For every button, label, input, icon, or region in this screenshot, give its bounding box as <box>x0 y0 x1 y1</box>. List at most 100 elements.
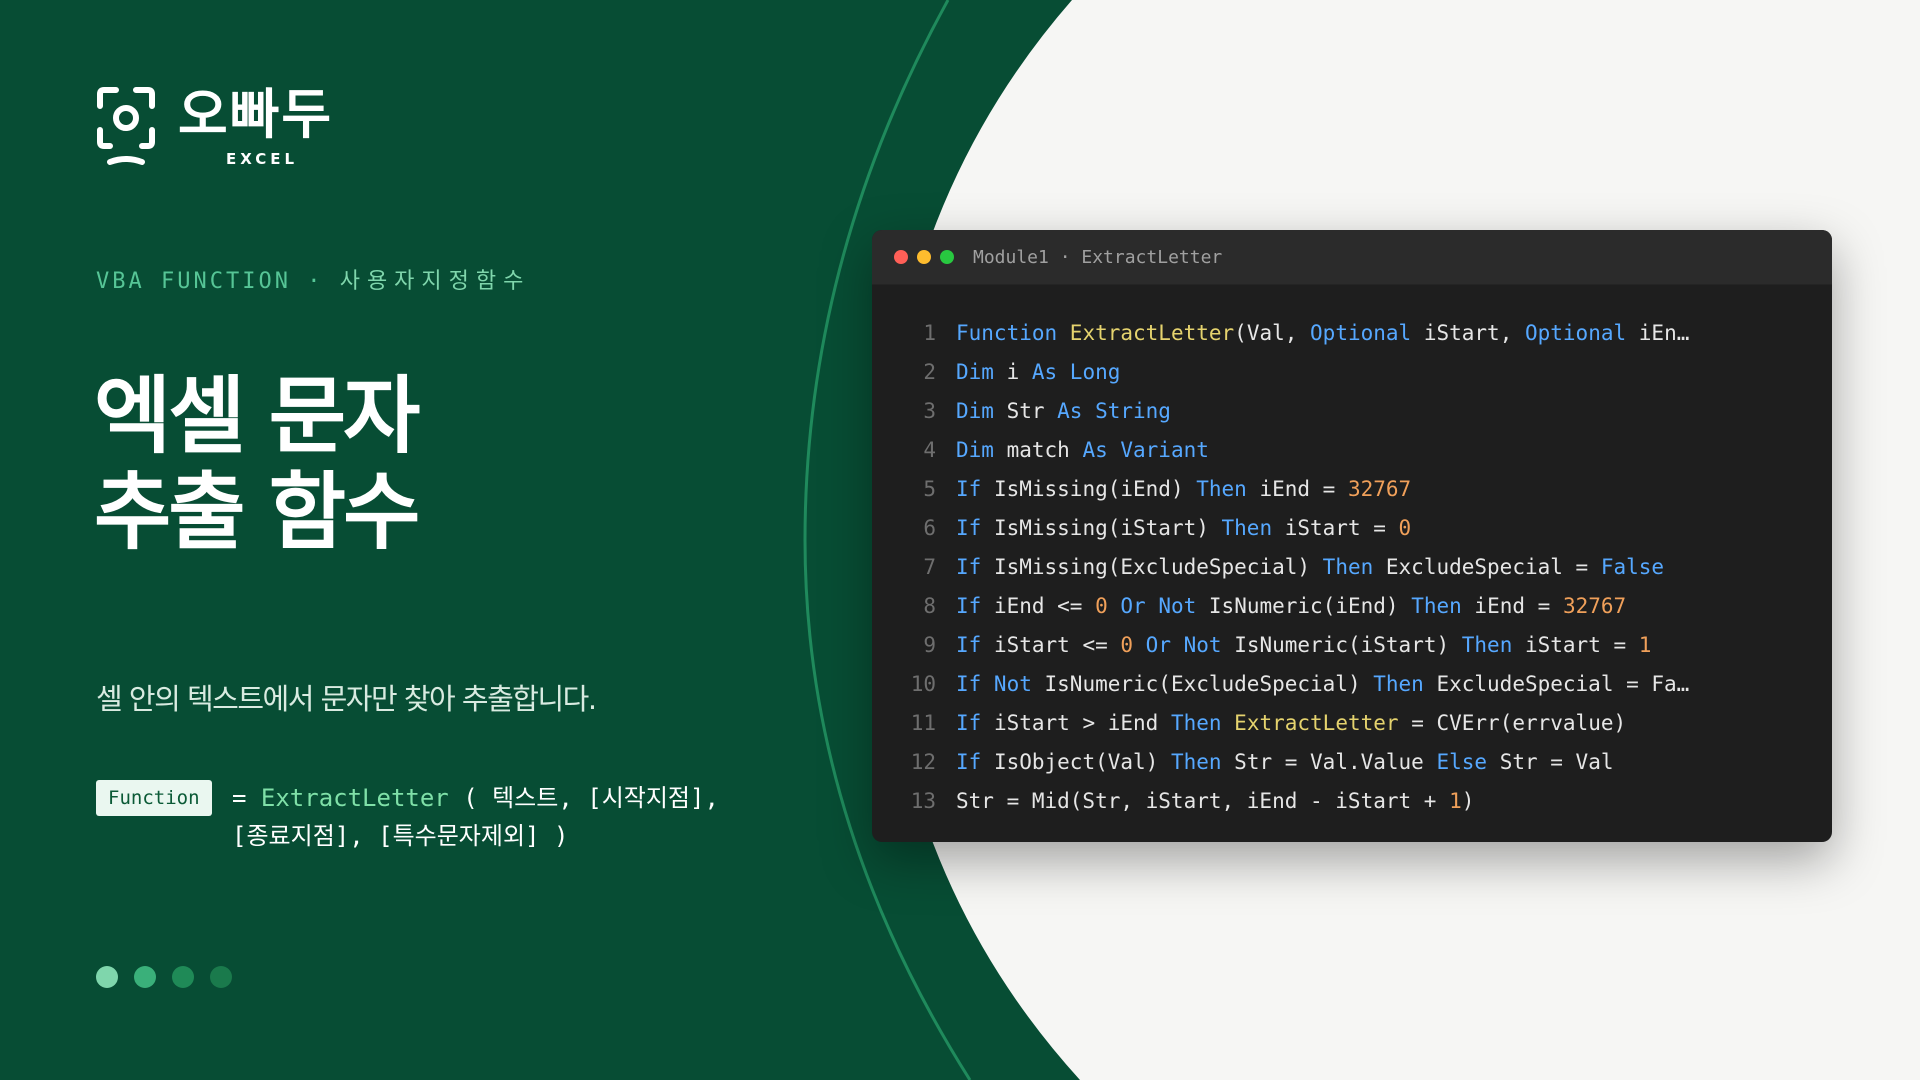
line-number: 3 <box>923 399 936 423</box>
code-token: Function <box>956 321 1070 345</box>
code-token: match <box>1006 438 1083 462</box>
category-ko: 사용자지정함수 <box>339 269 531 294</box>
editor-titlebar: Module1 · ExtractLetter <box>872 230 1832 285</box>
category-label: VBA FUNCTION · 사용자지정함수 <box>96 263 530 295</box>
code-token: IsNumeric(ExcludeSpecial) <box>1044 672 1374 696</box>
code-token: 1 <box>1638 633 1652 657</box>
line-number: 7 <box>923 555 936 579</box>
code-token: If <box>956 711 994 735</box>
code-token: Str = Val <box>1499 750 1614 774</box>
code-token: Then <box>1461 633 1525 657</box>
description: 셀 안의 텍스트에서 문자만 찾아 추출합니다. <box>96 682 597 716</box>
code-token: iStart, <box>1411 321 1525 345</box>
category-separator: · <box>307 269 324 294</box>
line-number: 13 <box>910 789 936 813</box>
code-token: Str = Mid(Str, iStart, iEnd - iStart + <box>956 789 1450 813</box>
code-token: IsMissing(iStart) <box>993 516 1222 540</box>
code-token: If <box>956 633 994 657</box>
syntax-line-2: [종료지점], [특수문자제외] ) <box>232 822 569 850</box>
code-token: Then <box>1322 555 1386 579</box>
code-token: iStart <= <box>993 633 1121 657</box>
syntax-line-1: = ExtractLetter ( 텍스트, [시작지점], <box>232 779 719 817</box>
code-token: i <box>1006 360 1032 384</box>
close-window-button[interactable] <box>894 250 908 264</box>
syntax-args-1: ( 텍스트, [시작지점], <box>463 784 719 812</box>
code-token: Else <box>1436 750 1500 774</box>
code-token: Then <box>1221 516 1285 540</box>
code-token: Str = Val.Value <box>1234 750 1437 774</box>
code-token: 0 <box>1120 633 1146 657</box>
code-token: iStart = <box>1284 516 1399 540</box>
code-token: Optional <box>1310 321 1412 345</box>
code-line: 8 If iEnd <= 0 Or Not IsNumeric(iEnd) The… <box>872 587 1832 626</box>
code-line: 4 Dim match As Variant <box>872 431 1832 470</box>
line-number: 2 <box>923 360 936 384</box>
code-token: ExtractLetter <box>1069 321 1235 345</box>
code-line: 7 If IsMissing(ExcludeSpecial) Then Exclu… <box>872 548 1832 587</box>
code-token: iStart = <box>1524 633 1639 657</box>
page-dot-4[interactable] <box>210 966 232 988</box>
code-line: 3 Dim Str As String <box>872 392 1832 431</box>
line-number: 6 <box>923 516 936 540</box>
function-badge: Function <box>96 780 212 816</box>
code-line: 1 Function ExtractLetter(Val, Optional iS… <box>872 314 1832 353</box>
code-token: Then <box>1196 477 1260 501</box>
brand-sub: EXCEL <box>226 150 299 168</box>
code-token: If <box>956 594 994 618</box>
code-line: 9 If iStart <= 0 Or Not IsNumeric(iStart)… <box>872 626 1832 665</box>
code-token: iEnd = <box>1474 594 1563 618</box>
page-dot-3[interactable] <box>172 966 194 988</box>
code-token: Then <box>1170 750 1235 774</box>
code-token: Dim <box>956 399 1007 423</box>
code-token: iEn… <box>1626 321 1690 345</box>
code-token: 0 <box>1095 594 1121 618</box>
code-token: 32767 <box>1562 594 1627 618</box>
code-line: 13 Str = Mid(Str, iStart, iEnd - iStart +… <box>872 782 1832 821</box>
page-title: 엑셀 문자 추출 함수 <box>94 367 420 561</box>
code-token: ) <box>1461 789 1475 813</box>
code-token: Or Not <box>1145 633 1235 657</box>
code-token: Then <box>1411 594 1475 618</box>
syntax-function-name: ExtractLetter <box>260 784 449 812</box>
code-token: Str <box>1006 399 1058 423</box>
code-token: Or Not <box>1120 594 1209 618</box>
code-token: IsNumeric(iStart) <box>1234 633 1462 657</box>
code-token: ExtractLetter <box>1234 711 1399 735</box>
code-token: Dim <box>956 438 1007 462</box>
code-area[interactable]: 1 Function ExtractLetter(Val, Optional iS… <box>872 314 1832 821</box>
page-dot-2[interactable] <box>134 966 156 988</box>
code-line: 5 If IsMissing(iEnd) Then iEnd = 32767 <box>872 470 1832 509</box>
code-token: IsMissing(ExcludeSpecial) <box>993 555 1323 579</box>
code-token: Then <box>1170 711 1235 735</box>
line-number: 10 <box>910 672 936 696</box>
title-line-2: 추출 함수 <box>94 463 420 561</box>
line-number: 8 <box>923 594 936 618</box>
title-line-1: 엑셀 문자 <box>94 367 420 465</box>
code-line: 6 If IsMissing(iStart) Then iStart = 0 <box>872 509 1832 548</box>
code-token: = CVErr(errvalue) <box>1398 711 1627 735</box>
code-token: IsMissing(iEnd) <box>993 477 1197 501</box>
code-token: iStart > iEnd <box>993 711 1171 735</box>
code-token: If <box>956 516 994 540</box>
code-token: If <box>956 555 994 579</box>
code-token: Dim <box>956 360 1007 384</box>
code-token: iEnd <= <box>993 594 1096 618</box>
code-line: 11 If iStart > iEnd Then ExtractLetter = … <box>872 704 1832 743</box>
code-token: IsNumeric(iEnd) <box>1208 594 1412 618</box>
code-token: If <box>956 477 994 501</box>
code-token: Then <box>1373 672 1437 696</box>
maximize-window-button[interactable] <box>940 250 954 264</box>
line-number: 5 <box>923 477 936 501</box>
brand-name: 오빠두 <box>178 83 334 146</box>
code-token: ExcludeSpecial = <box>1385 555 1601 579</box>
category-en: VBA FUNCTION <box>96 269 291 294</box>
page-dot-1[interactable] <box>96 966 118 988</box>
line-number: 1 <box>923 321 936 345</box>
code-token: 0 <box>1398 516 1412 540</box>
pagination-dots <box>96 966 232 988</box>
minimize-window-button[interactable] <box>917 250 931 264</box>
code-token: As Long <box>1031 360 1121 384</box>
code-token: 1 <box>1449 789 1462 813</box>
code-token: ExcludeSpecial = Fa… <box>1436 672 1690 696</box>
code-token: iEnd = <box>1259 477 1348 501</box>
